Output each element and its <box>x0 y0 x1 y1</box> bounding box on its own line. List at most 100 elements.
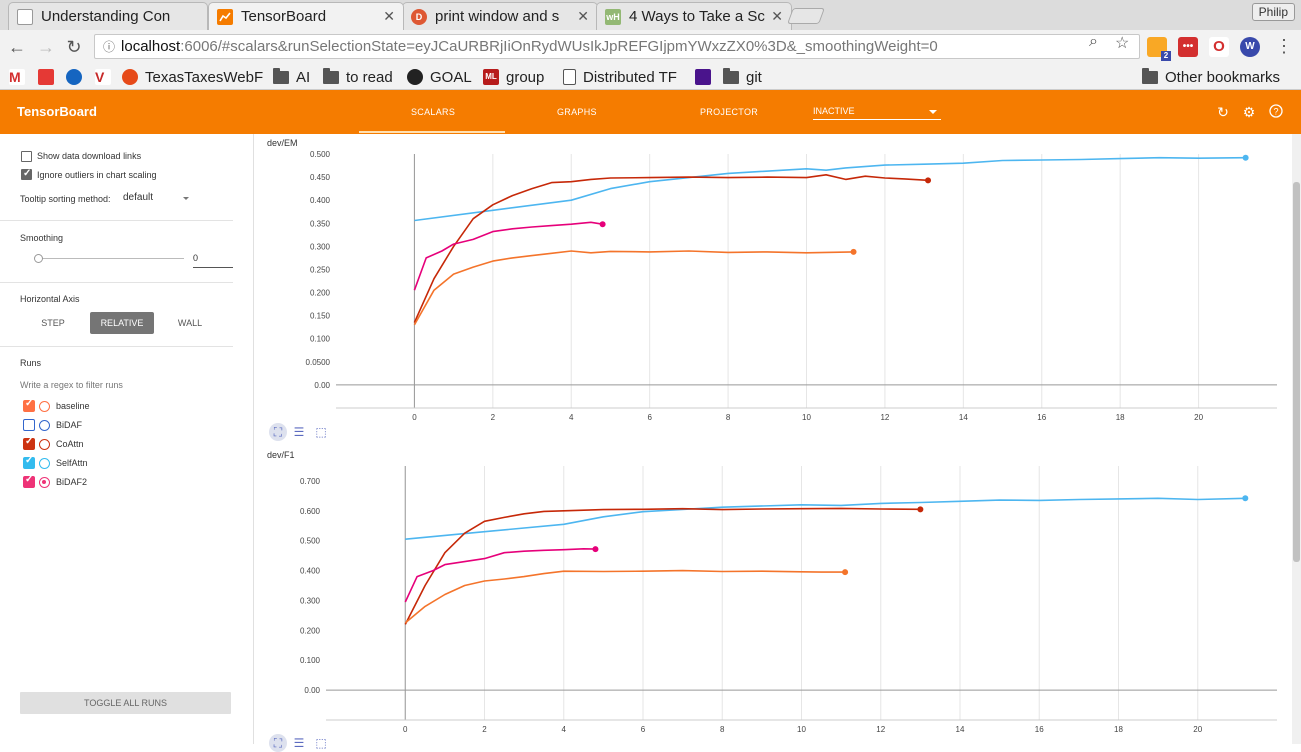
bookmark-folder-to-read[interactable]: to read <box>323 67 393 87</box>
browser-tab-print-window[interactable]: D print window and s ✕ <box>402 2 598 30</box>
fit-domain-icon[interactable]: ⬚ <box>312 423 330 441</box>
smoothing-slider-knob[interactable] <box>34 254 43 263</box>
run-label: baseline <box>56 401 90 411</box>
chrome-menu-icon[interactable]: ⋮ <box>1275 36 1293 57</box>
bookmark-folder-other[interactable]: Other bookmarks <box>1142 67 1280 87</box>
series-line-selfattn <box>414 156 1246 222</box>
fullscreen-icon[interactable]: ⛶ <box>269 734 287 752</box>
scrollbar-thumb[interactable] <box>1293 182 1300 562</box>
youtube-icon <box>38 69 54 85</box>
divider <box>0 220 233 221</box>
bookmark-youtube[interactable] <box>38 67 61 87</box>
bookmark-chase[interactable] <box>66 67 89 87</box>
y-tick-label: 0.150 <box>310 312 331 321</box>
back-icon[interactable]: ← <box>6 36 28 58</box>
bookmark-texastaxes[interactable]: TexasTaxesWebF <box>122 67 263 87</box>
show-download-checkbox[interactable] <box>21 151 32 162</box>
url-host: localhost <box>121 38 181 55</box>
run-checkbox[interactable]: ✓ <box>23 474 35 488</box>
close-tab-icon[interactable]: ✕ <box>383 8 395 25</box>
zoom-icon[interactable]: ⌕ <box>1089 33 1098 51</box>
browser-tab-understanding[interactable]: Understanding Con <box>8 2 208 30</box>
bookmark-calendar[interactable] <box>695 67 718 87</box>
run-color-radio[interactable] <box>39 420 50 431</box>
refresh-icon[interactable]: ↻ <box>1215 104 1231 120</box>
x-tick-label: 0 <box>403 725 408 734</box>
smoothing-slider-track[interactable] <box>38 258 184 259</box>
toggle-log-scale-icon[interactable]: ☰ <box>290 734 308 752</box>
tab-title: print window and s <box>435 8 560 25</box>
y-tick-label: 0.100 <box>310 335 331 344</box>
check-icon: ✓ <box>25 398 34 409</box>
divider <box>0 346 233 347</box>
x-tick-label: 4 <box>569 413 574 422</box>
info-icon: ⓘ <box>103 40 116 54</box>
chart-dev-f1[interactable]: 0 2 4 6 8 10 12 14 16 18 20 0.00 0.100 0.200 0.300 0.40… <box>255 460 1290 734</box>
fullscreen-icon[interactable]: ⛶ <box>269 423 287 441</box>
run-color-radio[interactable] <box>39 439 50 450</box>
help-icon[interactable]: ? <box>1268 104 1284 120</box>
run-checkbox[interactable]: ✓ <box>23 455 35 469</box>
bookmark-folder-git[interactable]: git <box>723 67 762 87</box>
bookmark-gmail[interactable]: M <box>9 67 32 87</box>
smoothing-input[interactable]: 0 <box>193 250 233 268</box>
tab-projector[interactable]: PROJECTOR <box>700 107 758 117</box>
x-tick-label: 4 <box>562 725 567 734</box>
tab-graphs[interactable]: GRAPHS <box>557 107 597 117</box>
ignore-outliers-checkbox[interactable] <box>21 168 32 180</box>
axis-relative-button[interactable]: RELATIVE <box>90 312 154 334</box>
run-checkbox[interactable]: ✓ <box>23 436 35 450</box>
run-color-radio[interactable] <box>39 401 50 412</box>
folder-icon <box>323 67 339 84</box>
toggle-log-scale-icon[interactable]: ☰ <box>290 423 308 441</box>
w-extension-icon[interactable]: W <box>1240 37 1260 57</box>
run-checkbox[interactable] <box>23 419 35 431</box>
lastpass-extension-icon[interactable]: ••• <box>1178 37 1198 57</box>
run-color-radio[interactable] <box>39 477 50 488</box>
reload-icon[interactable]: ↻ <box>63 36 85 58</box>
chart-dev-em[interactable]: 0 2 4 6 8 10 12 14 16 18 20 0.00 0.0500 0.100 0.150 0.2… <box>255 148 1290 422</box>
plugin-dropdown[interactable]: INACTIVE <box>813 106 941 120</box>
bookmark-distributed-tf[interactable]: Distributed TF <box>563 67 677 87</box>
smoothing-label: Smoothing <box>20 233 64 243</box>
tab-scalars[interactable]: SCALARS <box>411 107 455 117</box>
rss-extension-icon[interactable]: 2 <box>1147 37 1171 61</box>
bookmark-group[interactable]: ML group <box>483 67 544 87</box>
x-tick-label: 12 <box>880 413 889 422</box>
tooltip-sort-dropdown[interactable]: default <box>123 192 189 203</box>
browser-tab-wikihow[interactable]: wH 4 Ways to Take a Scr ✕ <box>596 2 792 30</box>
bookmark-goal[interactable]: GOAL <box>407 67 472 87</box>
series-line-baseline <box>413 250 854 326</box>
settings-icon[interactable]: ⚙ <box>1241 104 1257 120</box>
run-color-radio[interactable] <box>39 458 50 469</box>
close-tab-icon[interactable]: ✕ <box>577 8 589 25</box>
duckduckgo-icon: D <box>411 8 427 25</box>
run-filter-input[interactable]: Write a regex to filter runs <box>20 380 123 390</box>
series-line-baseline <box>404 569 846 624</box>
axis-step-button[interactable]: STEP <box>20 312 86 334</box>
y-tick-label: 0.200 <box>310 289 331 298</box>
tensorboard-icon <box>217 8 233 25</box>
opera-extension-icon[interactable]: O <box>1209 37 1229 57</box>
axis-wall-button[interactable]: WALL <box>157 312 223 334</box>
y-tick-label: 0.00 <box>314 381 330 390</box>
page-scrollbar[interactable] <box>1292 134 1301 744</box>
chart-title-em: dev/EM <box>267 138 298 148</box>
forward-icon[interactable]: → <box>35 36 57 58</box>
bookmark-star-icon[interactable]: ☆ <box>1115 33 1129 53</box>
series-endpoint-bidaf2 <box>599 221 606 228</box>
bookmark-v[interactable]: V <box>95 67 118 87</box>
browser-tab-tensorboard[interactable]: TensorBoard ✕ <box>208 2 404 30</box>
run-label: SelfAttn <box>56 458 88 468</box>
fit-domain-icon[interactable]: ⬚ <box>312 734 330 752</box>
address-bar[interactable]: ⓘ localhost:6006/#scalars&runSelectionSta… <box>94 34 1140 59</box>
new-tab-button[interactable] <box>787 8 825 24</box>
bookmarks-bar: M V TexasTaxesWebF AI to read GOAL ML gro… <box>0 64 1301 90</box>
x-tick-label: 6 <box>641 725 646 734</box>
close-tab-icon[interactable]: ✕ <box>771 8 783 25</box>
check-icon: ✓ <box>25 455 34 466</box>
profile-button[interactable]: Philip <box>1251 3 1295 21</box>
bookmark-folder-ai[interactable]: AI <box>273 67 310 87</box>
run-checkbox[interactable]: ✓ <box>23 398 35 412</box>
toggle-all-runs-button[interactable]: TOGGLE ALL RUNS <box>20 692 231 714</box>
